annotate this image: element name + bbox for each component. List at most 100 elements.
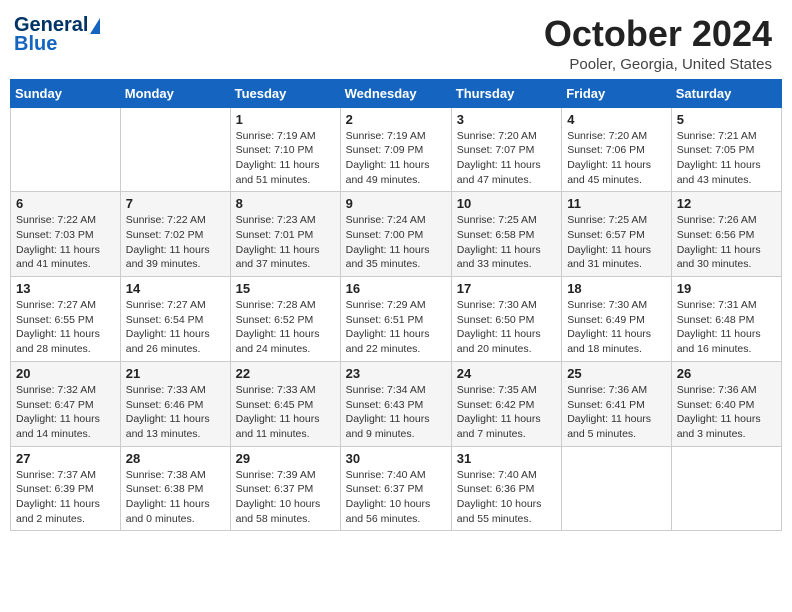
month-title: October 2024 xyxy=(544,14,772,54)
calendar-cell: 28 Sunrise: 7:38 AMSunset: 6:38 PMDayligh… xyxy=(120,446,230,531)
day-number: 13 xyxy=(16,281,115,296)
day-number: 1 xyxy=(236,112,335,127)
day-number: 22 xyxy=(236,366,335,381)
day-info: Sunrise: 7:19 AMSunset: 7:10 PMDaylight:… xyxy=(236,129,335,188)
day-info: Sunrise: 7:31 AMSunset: 6:48 PMDaylight:… xyxy=(677,298,776,357)
week-row: 13 Sunrise: 7:27 AMSunset: 6:55 PMDayligh… xyxy=(11,277,782,362)
day-info: Sunrise: 7:19 AMSunset: 7:09 PMDaylight:… xyxy=(346,129,446,188)
day-number: 3 xyxy=(457,112,556,127)
day-info: Sunrise: 7:32 AMSunset: 6:47 PMDaylight:… xyxy=(16,383,115,442)
calendar-cell: 13 Sunrise: 7:27 AMSunset: 6:55 PMDayligh… xyxy=(11,277,121,362)
calendar-header: SundayMondayTuesdayWednesdayThursdayFrid… xyxy=(11,79,782,107)
logo-triangle-icon xyxy=(90,18,100,34)
day-info: Sunrise: 7:33 AMSunset: 6:45 PMDaylight:… xyxy=(236,383,335,442)
day-info: Sunrise: 7:27 AMSunset: 6:55 PMDaylight:… xyxy=(16,298,115,357)
day-number: 27 xyxy=(16,451,115,466)
day-info: Sunrise: 7:30 AMSunset: 6:49 PMDaylight:… xyxy=(567,298,666,357)
week-row: 27Sunrise: 7:37 AMSunset: 6:39 PMDayligh… xyxy=(11,446,782,531)
calendar-cell: 5Sunrise: 7:21 AMSunset: 7:05 PMDaylight… xyxy=(671,107,781,192)
header-row: SundayMondayTuesdayWednesdayThursdayFrid… xyxy=(11,79,782,107)
calendar-cell: 23 Sunrise: 7:34 AMSunset: 6:43 PMDayligh… xyxy=(340,361,451,446)
day-number: 17 xyxy=(457,281,556,296)
logo: General Blue xyxy=(14,14,100,56)
calendar-cell: 12 Sunrise: 7:26 AMSunset: 6:56 PMDayligh… xyxy=(671,192,781,277)
day-info: Sunrise: 7:34 AMSunset: 6:43 PMDaylight:… xyxy=(346,383,446,442)
day-info: Sunrise: 7:25 AMSunset: 6:57 PMDaylight:… xyxy=(567,213,666,272)
day-number: 8 xyxy=(236,196,335,211)
day-number: 29 xyxy=(236,451,335,466)
day-number: 12 xyxy=(677,196,776,211)
day-number: 11 xyxy=(567,196,666,211)
day-info: Sunrise: 7:26 AMSunset: 6:56 PMDaylight:… xyxy=(677,213,776,272)
calendar-cell: 30Sunrise: 7:40 AMSunset: 6:37 PMDayligh… xyxy=(340,446,451,531)
calendar-cell: 15 Sunrise: 7:28 AMSunset: 6:52 PMDayligh… xyxy=(230,277,340,362)
day-info: Sunrise: 7:27 AMSunset: 6:54 PMDaylight:… xyxy=(126,298,225,357)
calendar-cell: 27Sunrise: 7:37 AMSunset: 6:39 PMDayligh… xyxy=(11,446,121,531)
day-number: 18 xyxy=(567,281,666,296)
day-info: Sunrise: 7:22 AMSunset: 7:03 PMDaylight:… xyxy=(16,213,115,272)
calendar-cell: 21Sunrise: 7:33 AMSunset: 6:46 PMDayligh… xyxy=(120,361,230,446)
header: General Blue October 2024 Pooler, Georgi… xyxy=(0,0,792,79)
day-header-friday: Friday xyxy=(562,79,672,107)
day-number: 23 xyxy=(346,366,446,381)
calendar-cell xyxy=(671,446,781,531)
day-number: 15 xyxy=(236,281,335,296)
calendar-cell: 14Sunrise: 7:27 AMSunset: 6:54 PMDayligh… xyxy=(120,277,230,362)
calendar-cell: 24 Sunrise: 7:35 AMSunset: 6:42 PMDayligh… xyxy=(451,361,561,446)
day-number: 25 xyxy=(567,366,666,381)
calendar-cell: 10Sunrise: 7:25 AMSunset: 6:58 PMDayligh… xyxy=(451,192,561,277)
day-number: 19 xyxy=(677,281,776,296)
day-number: 24 xyxy=(457,366,556,381)
day-info: Sunrise: 7:39 AMSunset: 6:37 PMDaylight:… xyxy=(236,468,335,527)
location: Pooler, Georgia, United States xyxy=(544,56,772,73)
day-info: Sunrise: 7:30 AMSunset: 6:50 PMDaylight:… xyxy=(457,298,556,357)
day-header-saturday: Saturday xyxy=(671,79,781,107)
week-row: 6 Sunrise: 7:22 AMSunset: 7:03 PMDaylight… xyxy=(11,192,782,277)
calendar-cell: 3 Sunrise: 7:20 AMSunset: 7:07 PMDaylight… xyxy=(451,107,561,192)
day-number: 16 xyxy=(346,281,446,296)
calendar-wrapper: SundayMondayTuesdayWednesdayThursdayFrid… xyxy=(0,79,792,542)
day-header-monday: Monday xyxy=(120,79,230,107)
calendar-cell: 7Sunrise: 7:22 AMSunset: 7:02 PMDaylight… xyxy=(120,192,230,277)
day-info: Sunrise: 7:20 AMSunset: 7:07 PMDaylight:… xyxy=(457,129,556,188)
day-number: 10 xyxy=(457,196,556,211)
calendar-cell: 26Sunrise: 7:36 AMSunset: 6:40 PMDayligh… xyxy=(671,361,781,446)
day-info: Sunrise: 7:28 AMSunset: 6:52 PMDaylight:… xyxy=(236,298,335,357)
calendar-table: SundayMondayTuesdayWednesdayThursdayFrid… xyxy=(10,79,782,532)
calendar-cell: 31 Sunrise: 7:40 AMSunset: 6:36 PMDayligh… xyxy=(451,446,561,531)
day-info: Sunrise: 7:20 AMSunset: 7:06 PMDaylight:… xyxy=(567,129,666,188)
logo-blue: Blue xyxy=(14,33,57,56)
day-number: 31 xyxy=(457,451,556,466)
week-row: 20 Sunrise: 7:32 AMSunset: 6:47 PMDayligh… xyxy=(11,361,782,446)
calendar-cell: 1 Sunrise: 7:19 AMSunset: 7:10 PMDaylight… xyxy=(230,107,340,192)
day-info: Sunrise: 7:29 AMSunset: 6:51 PMDaylight:… xyxy=(346,298,446,357)
calendar-cell: 29 Sunrise: 7:39 AMSunset: 6:37 PMDayligh… xyxy=(230,446,340,531)
calendar-cell: 18 Sunrise: 7:30 AMSunset: 6:49 PMDayligh… xyxy=(562,277,672,362)
day-info: Sunrise: 7:36 AMSunset: 6:41 PMDaylight:… xyxy=(567,383,666,442)
calendar-cell: 19 Sunrise: 7:31 AMSunset: 6:48 PMDayligh… xyxy=(671,277,781,362)
calendar-cell: 9Sunrise: 7:24 AMSunset: 7:00 PMDaylight… xyxy=(340,192,451,277)
calendar-cell: 4Sunrise: 7:20 AMSunset: 7:06 PMDaylight… xyxy=(562,107,672,192)
day-number: 6 xyxy=(16,196,115,211)
day-info: Sunrise: 7:38 AMSunset: 6:38 PMDaylight:… xyxy=(126,468,225,527)
calendar-cell xyxy=(11,107,121,192)
day-number: 26 xyxy=(677,366,776,381)
day-number: 20 xyxy=(16,366,115,381)
day-info: Sunrise: 7:35 AMSunset: 6:42 PMDaylight:… xyxy=(457,383,556,442)
day-number: 30 xyxy=(346,451,446,466)
calendar-cell: 16 Sunrise: 7:29 AMSunset: 6:51 PMDayligh… xyxy=(340,277,451,362)
calendar-body: 1 Sunrise: 7:19 AMSunset: 7:10 PMDaylight… xyxy=(11,107,782,531)
day-info: Sunrise: 7:21 AMSunset: 7:05 PMDaylight:… xyxy=(677,129,776,188)
calendar-cell: 8Sunrise: 7:23 AMSunset: 7:01 PMDaylight… xyxy=(230,192,340,277)
day-info: Sunrise: 7:40 AMSunset: 6:36 PMDaylight:… xyxy=(457,468,556,527)
calendar-cell: 20 Sunrise: 7:32 AMSunset: 6:47 PMDayligh… xyxy=(11,361,121,446)
day-number: 28 xyxy=(126,451,225,466)
calendar-cell: 2Sunrise: 7:19 AMSunset: 7:09 PMDaylight… xyxy=(340,107,451,192)
calendar-cell xyxy=(120,107,230,192)
page: General Blue October 2024 Pooler, Georgi… xyxy=(0,0,792,612)
day-header-tuesday: Tuesday xyxy=(230,79,340,107)
day-info: Sunrise: 7:24 AMSunset: 7:00 PMDaylight:… xyxy=(346,213,446,272)
day-header-thursday: Thursday xyxy=(451,79,561,107)
day-number: 7 xyxy=(126,196,225,211)
day-info: Sunrise: 7:33 AMSunset: 6:46 PMDaylight:… xyxy=(126,383,225,442)
